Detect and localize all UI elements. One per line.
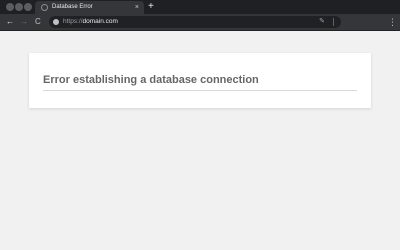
- tab-title: Database Error: [52, 4, 93, 10]
- url-scheme: https://: [63, 18, 83, 25]
- tab-strip: Database Error × +: [0, 0, 400, 14]
- browser-window: Database Error × + ← → C https://domain.…: [0, 0, 400, 250]
- page-viewport: Error establishing a database connection: [0, 31, 400, 250]
- reload-button[interactable]: C: [35, 16, 41, 28]
- url-text[interactable]: https://domain.com: [63, 17, 118, 27]
- close-icon[interactable]: ×: [135, 3, 139, 12]
- browser-toolbar: ← → C https://domain.com ✎ ⋮: [0, 14, 400, 31]
- new-tab-button[interactable]: +: [148, 0, 154, 14]
- globe-icon: [53, 19, 59, 25]
- menu-icon[interactable]: ⋮: [388, 16, 397, 28]
- error-card: Error establishing a database connection: [29, 53, 371, 108]
- url-host: domain.com: [82, 18, 118, 25]
- pencil-icon[interactable]: ✎: [319, 17, 325, 27]
- address-bar[interactable]: https://domain.com ✎: [49, 16, 341, 28]
- window-close-dot[interactable]: [6, 3, 14, 11]
- toolbar-divider: [333, 18, 334, 26]
- forward-button[interactable]: →: [20, 16, 28, 28]
- globe-outline-icon: [41, 4, 48, 11]
- window-maximize-dot[interactable]: [24, 3, 32, 11]
- tab-database-error[interactable]: Database Error ×: [35, 1, 144, 14]
- window-minimize-dot[interactable]: [15, 3, 23, 11]
- divider: [43, 90, 357, 91]
- back-button[interactable]: ←: [6, 16, 14, 28]
- error-title: Error establishing a database connection: [43, 74, 259, 86]
